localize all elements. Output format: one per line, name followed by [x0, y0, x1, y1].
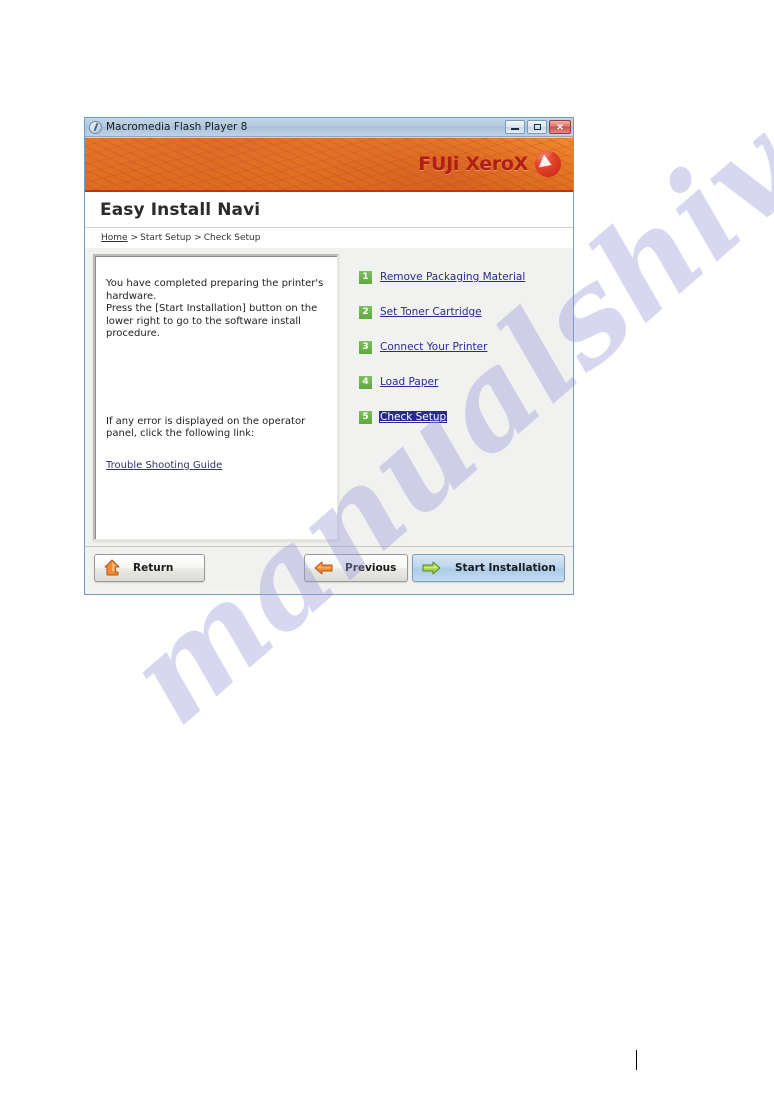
breadcrumb-separator-1: > [130, 233, 139, 243]
step-link-label[interactable]: Remove Packaging Material [379, 271, 526, 283]
arrow-left-icon [314, 561, 333, 575]
breadcrumb-item-home[interactable]: Home [101, 233, 128, 243]
return-button-label: Return [133, 562, 174, 574]
previous-button-label: Previous [345, 562, 397, 574]
footer-button-bar: Return Previous Start Installation [85, 546, 573, 590]
start-installation-button[interactable]: Start Installation [412, 554, 565, 582]
maximize-icon [528, 121, 546, 133]
start-installation-button-label: Start Installation [455, 562, 556, 574]
minimize-icon [506, 121, 524, 133]
maximize-button[interactable] [527, 120, 547, 134]
breadcrumb-separator-2: > [194, 233, 202, 243]
close-button[interactable]: ✕ [549, 120, 571, 134]
breadcrumb-item-start-setup[interactable]: Start Setup [140, 233, 191, 243]
step-link-label[interactable]: Check Setup [379, 411, 448, 423]
step-number-badge: 3 [359, 340, 372, 354]
close-icon: ✕ [556, 121, 564, 132]
step-item-check-setup[interactable]: 5 Check Setup [359, 409, 571, 425]
breadcrumb: Home > Start Setup > Check Setup [85, 228, 573, 248]
breadcrumb-item-check-setup: Check Setup [203, 233, 261, 243]
trouble-shooting-guide-link[interactable]: Trouble Shooting Guide [106, 460, 222, 471]
info-panel: You have completed preparing the printer… [93, 254, 339, 541]
page-title: Easy Install Navi [100, 199, 261, 220]
return-button[interactable]: Return [94, 554, 205, 582]
info-paragraph-main: You have completed preparing the printer… [106, 278, 324, 339]
brand-wordmark: FUJi XeroX [418, 152, 528, 175]
brand-banner: FUJi XeroX [85, 137, 573, 192]
arrow-up-return-icon [104, 559, 120, 576]
window-title-text: Macromedia Flash Player 8 [106, 121, 248, 133]
page-heading: Easy Install Navi [85, 192, 573, 228]
previous-button[interactable]: Previous [304, 554, 408, 582]
step-item-set-toner-cartridge[interactable]: 2 Set Toner Cartridge [359, 304, 571, 320]
window-controls: ✕ [505, 120, 571, 134]
flash-player-window: Macromedia Flash Player 8 ✕ FUJi XeroX E… [84, 117, 574, 595]
minimize-button[interactable] [505, 120, 525, 134]
step-list: 1 Remove Packaging Material 2 Set Toner … [339, 254, 571, 546]
step-number-badge: 4 [359, 375, 372, 389]
fuji-xerox-logo: FUJi XeroX [418, 151, 561, 177]
step-item-connect-your-printer[interactable]: 3 Connect Your Printer [359, 339, 571, 355]
step-number-badge: 1 [359, 270, 372, 284]
step-link-label[interactable]: Set Toner Cartridge [379, 306, 483, 318]
step-link-label[interactable]: Load Paper [379, 376, 439, 388]
info-paragraph-error: If any error is displayed on the operato… [106, 415, 306, 440]
xerox-sphere-icon [535, 151, 561, 177]
step-link-label[interactable]: Connect Your Printer [379, 341, 488, 353]
step-number-badge: 5 [359, 410, 372, 424]
content-area: You have completed preparing the printer… [85, 248, 573, 546]
step-item-load-paper[interactable]: 4 Load Paper [359, 374, 571, 390]
window-title-bar: Macromedia Flash Player 8 ✕ [85, 118, 573, 137]
step-item-remove-packaging-material[interactable]: 1 Remove Packaging Material [359, 269, 571, 285]
arrow-right-icon [422, 561, 441, 575]
flash-player-icon [89, 120, 102, 134]
step-number-badge: 2 [359, 305, 372, 319]
page-edge-tick [636, 1050, 637, 1070]
